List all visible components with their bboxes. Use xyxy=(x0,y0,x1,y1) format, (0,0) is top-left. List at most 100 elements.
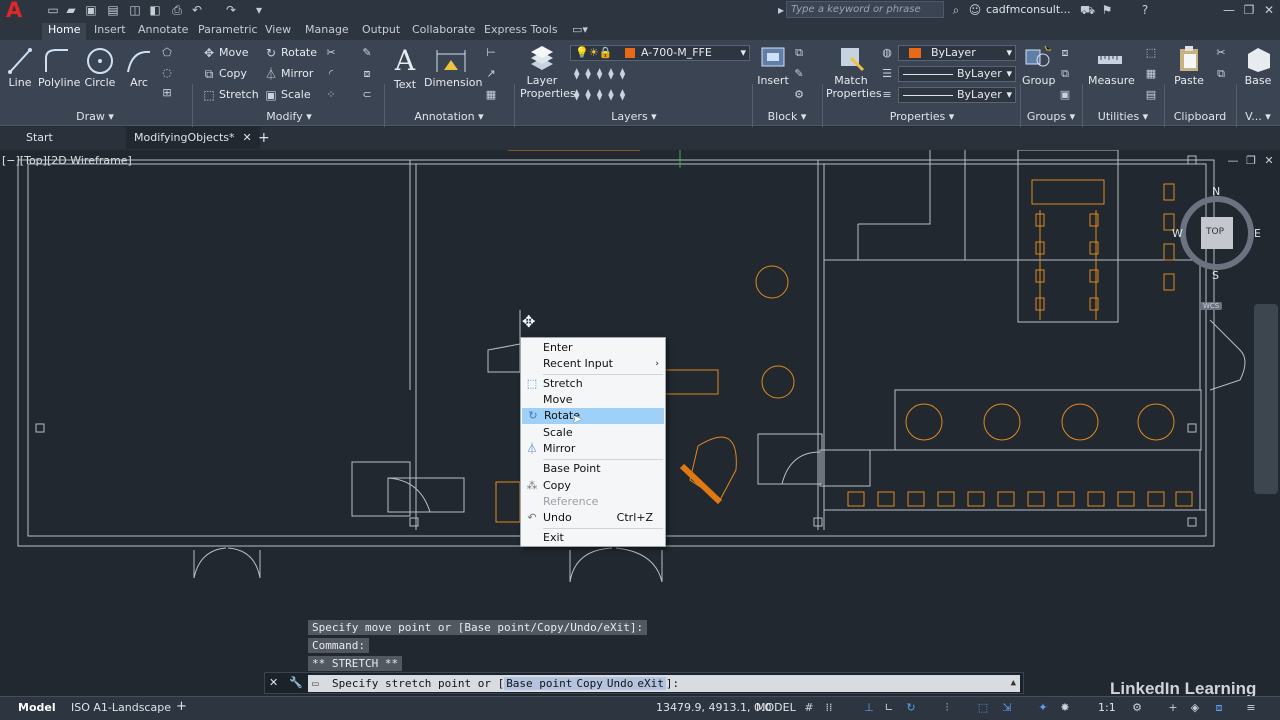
option-base-point[interactable]: Base point xyxy=(504,677,575,690)
isolate-objects-icon[interactable]: ⧈ xyxy=(1212,701,1226,715)
user-icon[interactable]: ☺ xyxy=(968,3,982,17)
command-history-toggle-icon[interactable]: ▲ xyxy=(1011,675,1016,692)
create-block-icon[interactable]: ⧉ xyxy=(792,46,806,60)
coordinates-readout[interactable]: 13479.9, 4913.1, 0.0 xyxy=(656,701,771,714)
web-open-icon[interactable]: ◫ xyxy=(128,3,142,17)
web-save-icon[interactable]: ◧ xyxy=(148,3,162,17)
edit-block-icon[interactable]: ✎ xyxy=(792,67,806,81)
viewport-minimize-icon[interactable]: — xyxy=(1226,154,1240,168)
menu-item-mirror[interactable]: ⏃ Mirror xyxy=(521,441,665,457)
annotation-panel-title[interactable]: Annotation ▾ xyxy=(386,110,512,125)
settings-gear-icon[interactable]: ⚙ xyxy=(1130,701,1144,715)
color-dropdown[interactable]: ByLayer ▾ xyxy=(898,45,1016,61)
text-button[interactable]: A Text xyxy=(390,44,420,91)
rotate-button[interactable]: ↻ Rotate xyxy=(264,46,317,60)
tab-collaborate[interactable]: Collaborate xyxy=(412,23,475,36)
clipboard-panel-title[interactable]: Clipboard xyxy=(1166,110,1234,125)
command-input[interactable]: Specify stretch point or [Base point Copy… xyxy=(308,675,1020,692)
layer-tools-row-1[interactable]: ⧫⧫⧫⧫⧫ xyxy=(574,67,631,80)
annotation-scale[interactable]: 1:1 xyxy=(1098,701,1116,714)
customize-icon[interactable]: 🔧 xyxy=(289,676,303,689)
modify-panel-title[interactable]: Modify ▾ xyxy=(194,110,384,125)
properties-panel-title[interactable]: Properties ▾ xyxy=(824,110,1020,125)
add-icon[interactable]: + xyxy=(1166,701,1180,715)
tab-parametric[interactable]: Parametric xyxy=(198,23,258,36)
save-as-icon[interactable]: ▤ xyxy=(106,3,120,17)
dynamic-input-icon[interactable]: ⇲ xyxy=(1000,701,1014,715)
mirror-button[interactable]: ⏃ Mirror xyxy=(264,67,313,81)
viewcube-north[interactable]: N xyxy=(1212,185,1220,198)
menu-item-base-point[interactable]: Base Point xyxy=(521,461,665,477)
customization-menu-icon[interactable]: ≡ xyxy=(1244,701,1258,715)
viewcube[interactable]: N S E W TOP xyxy=(1172,185,1261,285)
layer-tools-row-2[interactable]: ⧫⧫⧫⧫⧫ xyxy=(574,88,631,101)
rectangle-icon[interactable]: ⬠ xyxy=(160,46,174,60)
dimension-button[interactable]: Dimension xyxy=(424,46,482,89)
menu-item-enter[interactable]: Enter xyxy=(521,340,665,356)
viewcube-top-face[interactable]: TOP xyxy=(1206,227,1224,237)
add-layout-icon[interactable]: + xyxy=(176,699,187,714)
object-snap-tracking-icon[interactable]: ↻ xyxy=(904,701,918,715)
tab-output[interactable]: Output xyxy=(362,23,400,36)
object-snap-icon[interactable]: ⬚ xyxy=(976,701,990,715)
stretch-button[interactable]: ⬚ Stretch xyxy=(202,88,258,102)
close-command-line-icon[interactable]: ✕ xyxy=(269,676,278,689)
menu-item-copy[interactable]: ⁂ Copy xyxy=(521,478,665,494)
layers-panel-title[interactable]: Layers ▾ xyxy=(516,110,752,125)
group-edit-icon[interactable]: ⧉ xyxy=(1058,67,1072,81)
linear-dimension-icon[interactable]: ⊢ xyxy=(484,46,498,60)
insert-button[interactable]: Insert xyxy=(756,44,790,87)
open-icon[interactable]: ▰ xyxy=(64,3,78,17)
viewcube-west[interactable]: W xyxy=(1172,227,1183,240)
match-properties-button[interactable]: Match Properties xyxy=(826,44,882,100)
tab-home[interactable]: Home xyxy=(42,23,87,40)
leader-icon[interactable]: ↗ xyxy=(484,67,498,81)
table-icon[interactable]: ▦ xyxy=(484,88,498,102)
lineweight-dropdown[interactable]: ByLayer ▾ xyxy=(898,87,1016,103)
layer-properties-button[interactable]: Layer Properties xyxy=(520,44,576,100)
tab-express-tools[interactable]: Express Tools xyxy=(484,23,558,36)
hardware-acceleration-icon[interactable]: ◈ xyxy=(1188,701,1202,715)
menu-item-rotate[interactable]: ↻ Rotate xyxy=(522,408,664,424)
copy-clip-icon[interactable]: ⧉ xyxy=(1214,67,1228,81)
trim-icon[interactable]: ✂ xyxy=(324,46,338,60)
search-input[interactable]: Type a keyword or phrase xyxy=(786,1,944,18)
menu-item-stretch[interactable]: ⬚ Stretch xyxy=(521,376,665,392)
view-panel-title[interactable]: V... ▾ xyxy=(1236,110,1280,125)
cart-icon[interactable]: ⛟ xyxy=(1080,3,1095,17)
menu-item-recent-input[interactable]: Recent Input › xyxy=(521,356,665,372)
tab-insert[interactable]: Insert xyxy=(94,23,126,36)
linetype-dropdown[interactable]: ByLayer ▾ xyxy=(898,66,1016,82)
measure-button[interactable]: Measure xyxy=(1088,44,1135,87)
calculator-icon[interactable]: ▤ xyxy=(1144,88,1158,102)
gradient-icon[interactable]: ⊞ xyxy=(160,86,174,100)
ungroup-icon[interactable]: ⧈ xyxy=(1058,46,1072,60)
line-button[interactable]: Line xyxy=(6,46,34,89)
viewcube-east[interactable]: E xyxy=(1254,227,1261,240)
snap-icon[interactable]: ⁞⁞ xyxy=(822,701,836,715)
color-wheel-icon[interactable]: ◍ xyxy=(880,46,894,60)
edit-attributes-icon[interactable]: ⚙ xyxy=(792,88,806,102)
user-name[interactable]: cadfmconsult... xyxy=(986,3,1071,16)
viewport-restore-icon[interactable]: ❐ xyxy=(1244,154,1258,168)
plot-icon[interactable]: ⎙ xyxy=(170,3,184,17)
undo-icon[interactable]: ↶ xyxy=(190,3,204,17)
tab-view[interactable]: View xyxy=(265,23,291,36)
lineweight-icon[interactable]: ≡ xyxy=(880,88,894,102)
quick-select-icon[interactable]: ⬚ xyxy=(1144,46,1158,60)
option-copy[interactable]: Copy xyxy=(574,677,605,690)
move-button[interactable]: ✥ Move xyxy=(202,46,249,60)
new-tab-icon[interactable]: + xyxy=(250,127,278,149)
erase-icon[interactable]: ✎ xyxy=(360,46,374,60)
wcs-button[interactable]: WCS xyxy=(1200,302,1223,310)
viewport-close-icon[interactable]: ✕ xyxy=(1262,154,1276,168)
tab-annotate[interactable]: Annotate xyxy=(138,23,188,36)
navigation-bar[interactable] xyxy=(1254,304,1278,494)
redo-icon[interactable]: ↷ xyxy=(224,3,238,17)
polar-icon[interactable]: ∟ xyxy=(882,701,896,715)
offset-icon[interactable]: ⊂ xyxy=(360,88,374,102)
groups-panel-title[interactable]: Groups ▾ xyxy=(1022,110,1080,125)
tab-manage[interactable]: Manage xyxy=(305,23,349,36)
polyline-button[interactable]: Polyline xyxy=(38,46,80,89)
scale-button[interactable]: ▣ Scale xyxy=(264,88,310,102)
